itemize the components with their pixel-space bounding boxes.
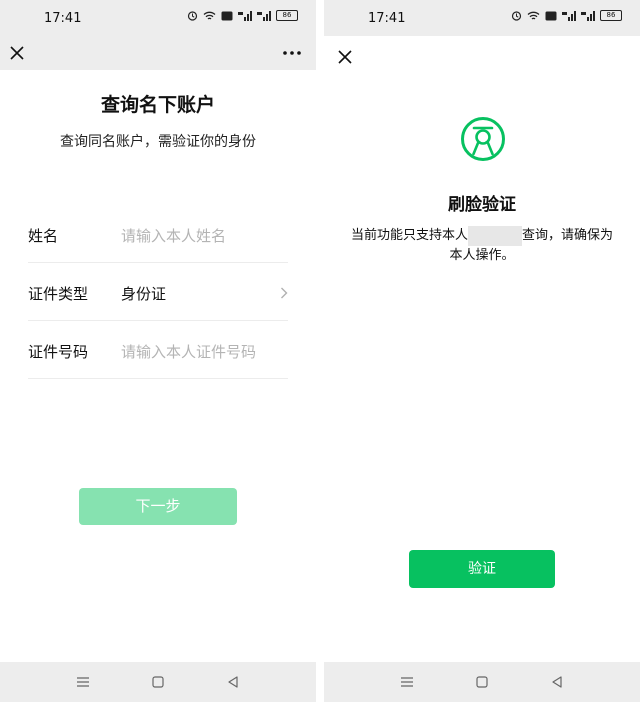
system-nav-bar <box>324 662 640 702</box>
name-label: 姓名 <box>28 227 59 245</box>
redacted-name <box>468 226 522 246</box>
dual-screenshot: 17:41 86 查询名下账户 查询同名账户，需验证你的身份 姓名 请输入本人姓… <box>0 0 640 702</box>
id-number-field[interactable]: 证件号码 请输入本人证件号码 <box>28 321 288 379</box>
battery-icon: 86 <box>276 10 298 21</box>
id-type-select[interactable]: 证件类型 身份证 <box>28 263 288 321</box>
home-icon[interactable] <box>151 675 165 689</box>
description-text-1: 当前功能只支持本人 <box>350 228 468 243</box>
name-field[interactable]: 姓名 请输入本人姓名 <box>28 205 288 263</box>
close-icon[interactable] <box>8 44 26 62</box>
signal-icon-2 <box>257 10 271 21</box>
wifi-icon <box>527 11 540 20</box>
status-icons: 86 <box>187 10 298 21</box>
close-icon[interactable] <box>336 48 354 66</box>
verify-description: 当前功能只支持本人 查询，请确保为本人操作。 <box>346 226 618 266</box>
battery-icon: 86 <box>600 10 622 21</box>
page-title: 刷脸验证 <box>448 195 516 215</box>
verify-button[interactable]: 验证 <box>409 550 555 588</box>
more-icon[interactable] <box>282 44 302 62</box>
face-verify-screen: 17:41 86 刷脸验证 当前功能只支持本人 查询，请确保为本人操作。 验证 <box>324 0 640 702</box>
back-icon[interactable] <box>550 675 564 689</box>
alarm-icon <box>511 11 522 21</box>
menu-icon[interactable] <box>400 675 414 689</box>
page-title: 查询名下账户 <box>100 94 215 116</box>
alarm-icon <box>187 11 198 21</box>
status-time: 17:41 <box>44 11 82 26</box>
hd-icon <box>545 11 557 20</box>
id-type-value: 身份证 <box>121 285 167 303</box>
face-verification-icon <box>461 117 505 161</box>
page-subtitle: 查询同名账户，需验证你的身份 <box>60 134 256 150</box>
status-icons: 86 <box>511 10 622 21</box>
menu-icon[interactable] <box>76 675 90 689</box>
name-input[interactable]: 请输入本人姓名 <box>121 225 226 246</box>
system-nav-bar <box>0 662 316 702</box>
id-type-label: 证件类型 <box>28 285 89 303</box>
status-bar: 17:41 86 <box>324 0 640 36</box>
chevron-right-icon <box>281 287 288 299</box>
back-icon[interactable] <box>226 675 240 689</box>
id-number-label: 证件号码 <box>28 343 89 361</box>
next-step-button[interactable]: 下一步 <box>79 488 237 525</box>
account-query-screen: 17:41 86 查询名下账户 查询同名账户，需验证你的身份 姓名 请输入本人姓… <box>0 0 316 702</box>
home-icon[interactable] <box>475 675 489 689</box>
wifi-icon <box>203 11 216 20</box>
nav-bar <box>0 36 316 70</box>
nav-bar <box>324 36 640 76</box>
signal-icon-2 <box>581 10 595 21</box>
status-bar: 17:41 86 <box>0 0 316 36</box>
hd-icon <box>221 11 233 20</box>
status-time: 17:41 <box>368 11 406 26</box>
signal-icon <box>238 10 252 21</box>
signal-icon <box>562 10 576 21</box>
id-number-input[interactable]: 请输入本人证件号码 <box>121 341 256 362</box>
